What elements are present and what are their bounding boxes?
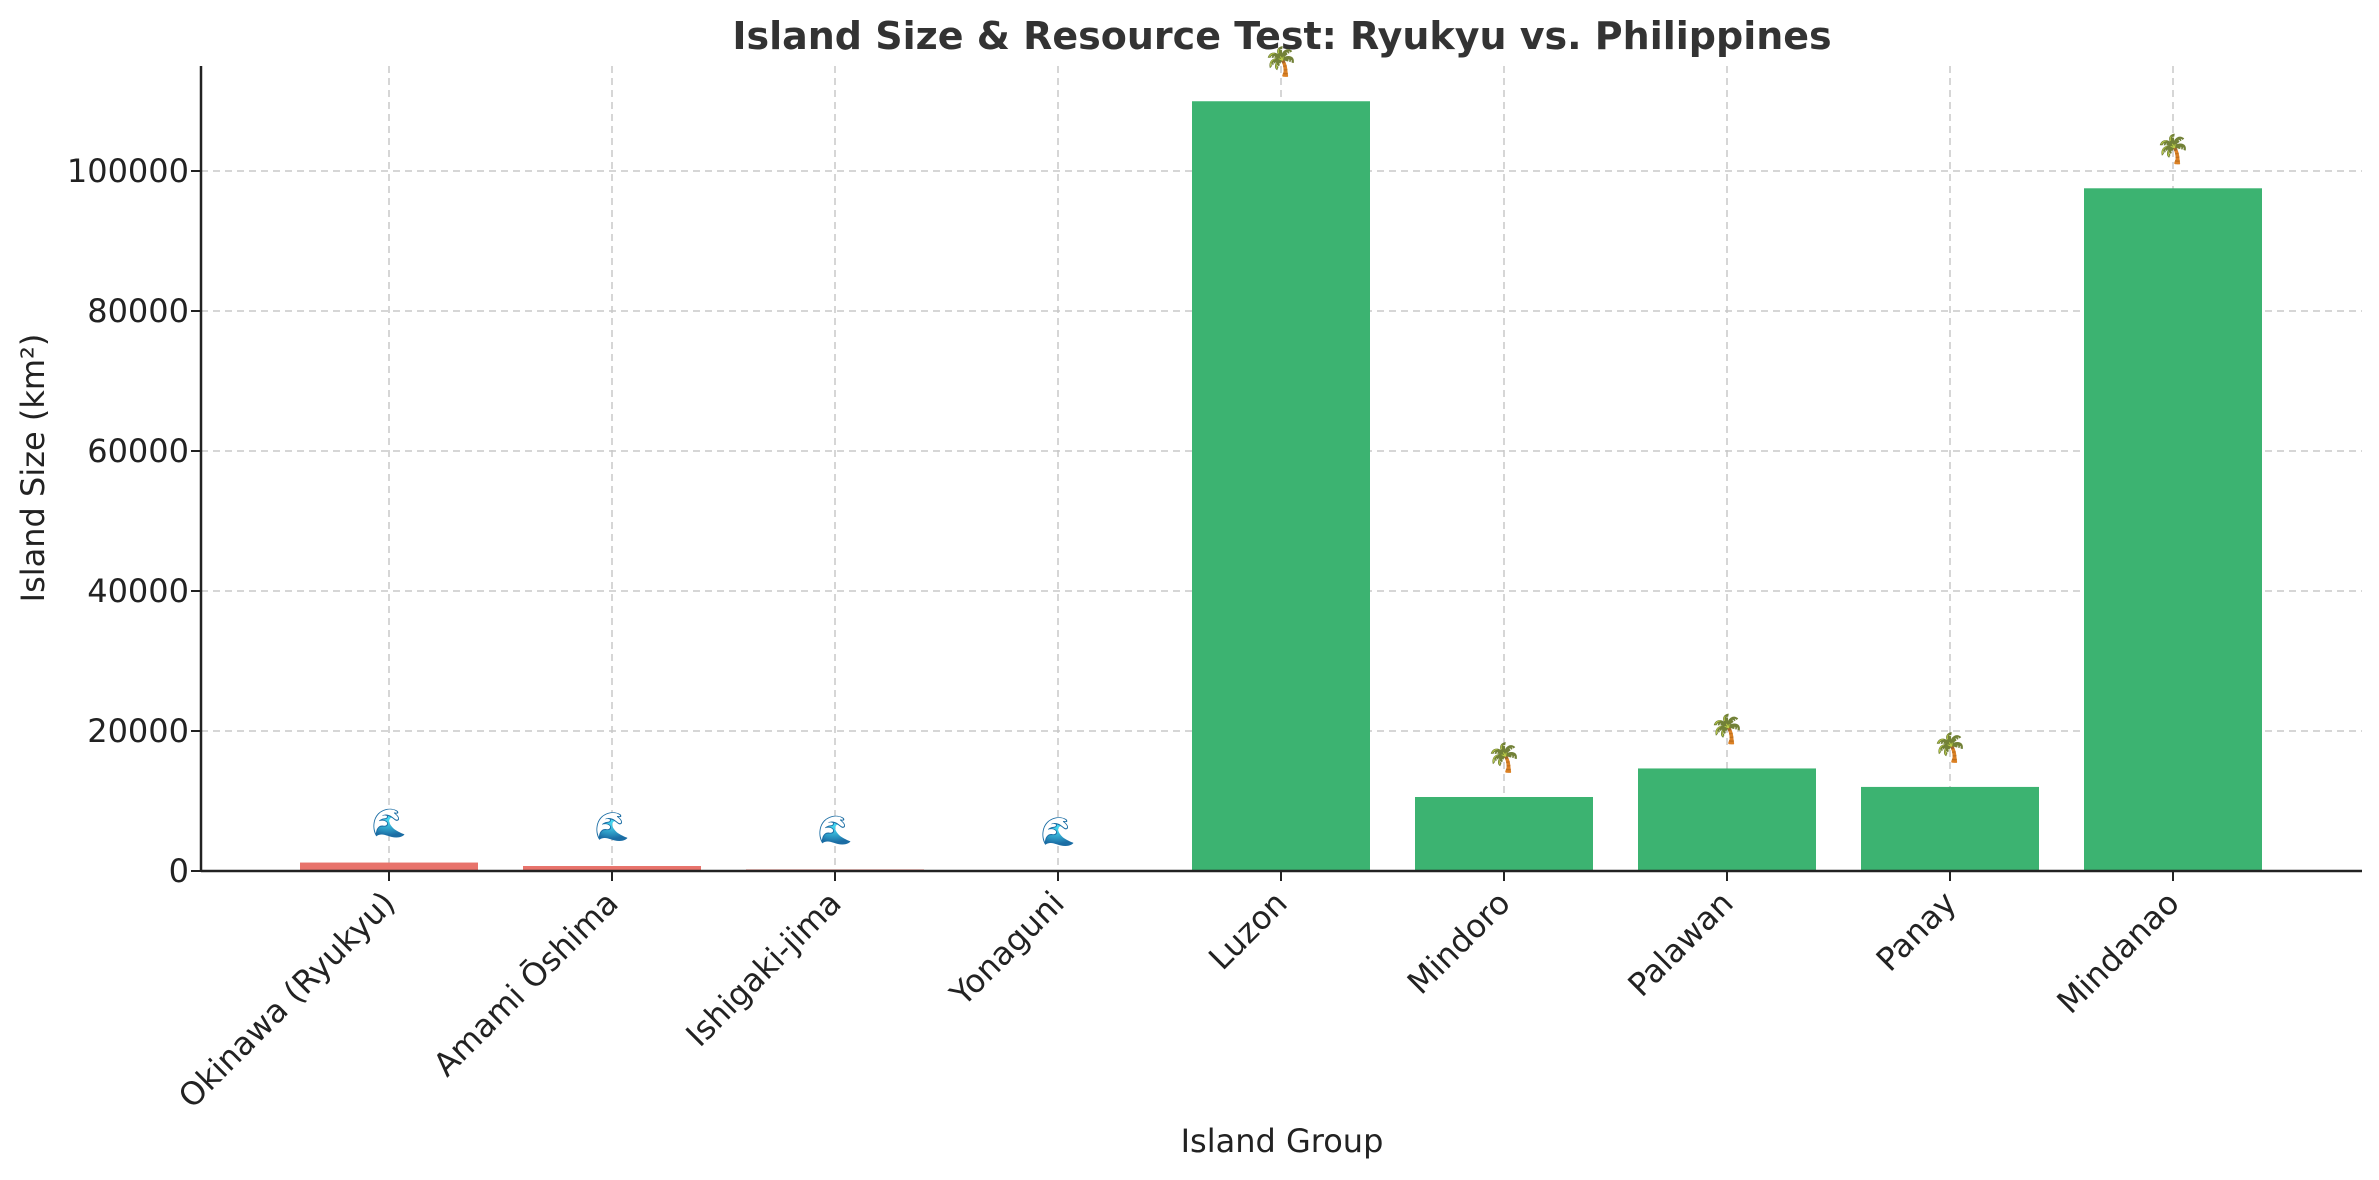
x-ticks: Okinawa (Ryukyu) Amami Ōshima Ishigaki-jim… [171, 871, 2187, 1116]
bar-annotation: 🌴 [1710, 712, 1745, 745]
x-tick-label: Okinawa (Ryukyu) [171, 884, 403, 1116]
x-tick-label: Palawan [1620, 884, 1740, 1004]
bar [300, 862, 478, 871]
x-axis-label: Island Group [1181, 1122, 1384, 1160]
y-tick-label: 20000 [87, 712, 189, 750]
x-tick-label: Amami Ōshima [426, 884, 626, 1084]
bar-annotation: 🌊 [818, 813, 853, 846]
bars [300, 101, 2262, 872]
y-tick-label: 0 [169, 852, 189, 890]
y-tick-label: 80000 [87, 292, 189, 330]
y-tick-label: 100000 [67, 152, 189, 190]
y-tick-label: 60000 [87, 432, 189, 470]
y-ticks: 0 20000 40000 60000 80000 100000 [67, 152, 201, 890]
x-tick-label: Luzon [1201, 884, 1294, 977]
bar-annotation: 🌊 [372, 807, 407, 840]
x-tick-label: Mindoro [1400, 884, 1518, 1002]
bar-annotation: 🌴 [1933, 731, 1968, 764]
y-tick-label: 40000 [87, 572, 189, 610]
bar [2084, 188, 2262, 872]
y-axis-label: Island Size (km²) [14, 334, 52, 603]
x-tick-label: Ishigaki-jima [678, 884, 848, 1054]
bar-annotation: 🌊 [1041, 815, 1076, 848]
bar-annotation: 🌴 [1487, 741, 1522, 774]
bar-annotation: 🌴 [2156, 132, 2191, 165]
bar [1192, 101, 1370, 872]
bar-annotation: 🌊 [595, 810, 630, 843]
x-tick-label: Panay [1869, 884, 1964, 979]
bar-chart: Island Size & Resource Test: Ryukyu vs. … [14, 14, 2362, 1160]
bar [1861, 786, 2039, 871]
bar-annotation: 🌴 [1264, 45, 1299, 78]
bar [1638, 768, 1816, 871]
x-tick-label: Mindanao [2049, 884, 2186, 1021]
bar [1415, 796, 1593, 871]
x-tick-label: Yonaguni [942, 884, 1072, 1014]
